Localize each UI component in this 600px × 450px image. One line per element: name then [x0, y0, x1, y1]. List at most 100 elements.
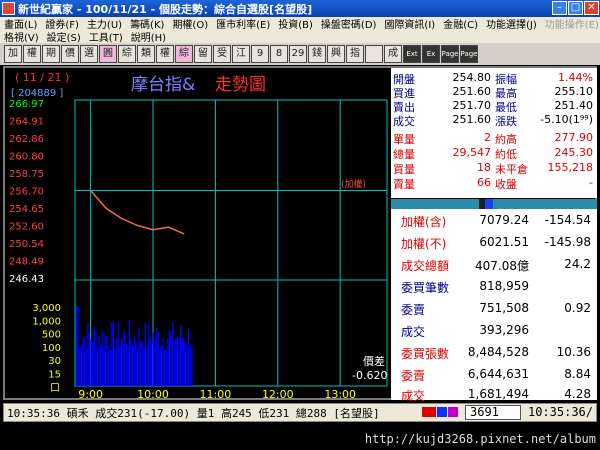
volume-bar	[95, 330, 97, 386]
volume-bar	[93, 326, 95, 386]
toolbar-button-category[interactable]: 類	[137, 45, 155, 63]
quote-value: 245.30	[554, 146, 594, 159]
toolbar-button-select[interactable]: 選	[80, 45, 98, 63]
toolbar-button-8[interactable]: 8	[270, 45, 288, 63]
menu-item-view[interactable]: 格視(V)	[0, 29, 43, 44]
volume-bar	[108, 346, 110, 386]
index-row: 成交 393,296	[391, 323, 597, 344]
toolbar-button-9[interactable]: 9	[251, 45, 269, 63]
toolbar-button-page-down[interactable]: Page	[460, 45, 478, 63]
toolbar-button-river[interactable]: 江	[232, 45, 250, 63]
status-ticker-text: 10:35:36 碩禾 成交231(-17.00) 量1 高245 低231 總…	[7, 406, 380, 420]
toolbar-button-taiex[interactable]: 加	[4, 45, 22, 63]
toolbar-button-trade[interactable]: 成	[384, 45, 402, 63]
toolbar-button-money[interactable]: 錢	[308, 45, 326, 63]
price-line	[90, 190, 185, 235]
quote-row: 買量 18	[393, 161, 493, 176]
volume-bar	[130, 337, 132, 386]
quote-row: 單量 2	[393, 131, 493, 146]
menu-item-help[interactable]: 說明(H)	[127, 29, 170, 44]
maximize-button[interactable]: □	[568, 1, 583, 15]
quote-value: 251.60	[452, 85, 492, 98]
toolbar-button-composite-2[interactable]: 綜	[175, 45, 193, 63]
menu-item-options[interactable]: 期權(O)	[168, 16, 212, 31]
volume-bar	[92, 342, 94, 386]
quote-row: 振幅 1.44%	[495, 71, 595, 86]
volume-bar	[127, 346, 129, 386]
toolbar-button-page-up[interactable]: Page	[441, 45, 459, 63]
toolbar: 加 權 期 價 選 圓 綜 類 權 綜 留 受 江 9 8 29 錢 興 指 成…	[0, 43, 600, 65]
quote-value: 251.40	[554, 99, 594, 112]
volume-bar	[140, 340, 142, 386]
status-color-bars	[422, 407, 458, 417]
toolbar-button-receive[interactable]: 受	[213, 45, 231, 63]
quote-label: 總量	[393, 148, 415, 161]
index-label: 委賣	[401, 369, 426, 383]
menu-item-settings[interactable]: 設定(S)	[43, 29, 85, 44]
volume-tick-label: 1,000	[32, 316, 61, 327]
volume-bar	[146, 344, 148, 386]
index-value: 6021.51	[479, 235, 529, 249]
menu-item-finance[interactable]: 金融(C)	[439, 16, 482, 31]
quote-row: 約低 245.30	[495, 146, 595, 161]
volume-bar	[167, 338, 169, 386]
toolbar-button-warrant[interactable]: 權	[156, 45, 174, 63]
index-label: 成交	[401, 325, 426, 339]
price-tick-label: 254.65	[9, 204, 44, 215]
stock-code-input[interactable]: 3691	[465, 405, 521, 420]
quote-value: 277.90	[554, 131, 594, 144]
quote-panel: 開盤 254.80 振幅 1.44% 買進 251.60 最高 255.10 賣…	[391, 68, 597, 198]
price-tick-label: 246.43	[9, 274, 44, 285]
volume-bar	[135, 341, 137, 386]
volume-bar	[103, 346, 105, 386]
toolbar-button-ext[interactable]: Ext	[403, 45, 421, 63]
price-tick-label: 258.75	[9, 169, 44, 180]
menu-item-function-select[interactable]: 功能選擇(J)	[482, 16, 541, 31]
toolbar-button-blank[interactable]	[365, 45, 383, 63]
toolbar-button-ex[interactable]: Ex	[422, 45, 440, 63]
menu-item-investment[interactable]: 投資(B)	[274, 16, 317, 31]
quote-value: 251.60	[452, 113, 492, 126]
toolbar-button-rise[interactable]: 興	[327, 45, 345, 63]
menu-item-tools[interactable]: 工具(T)	[85, 29, 127, 44]
menu-item-international[interactable]: 國際資訊(I)	[380, 16, 439, 31]
volume-bar	[183, 337, 185, 386]
toolbar-button-index[interactable]: 指	[346, 45, 364, 63]
toolbar-button-keep[interactable]: 留	[194, 45, 212, 63]
volume-bar	[160, 344, 163, 386]
volume-bar	[165, 350, 167, 386]
toolbar-button-futures[interactable]: 期	[42, 45, 60, 63]
status-bar-segment	[437, 407, 447, 417]
volume-bar	[168, 330, 171, 386]
menu-item-trading-code[interactable]: 操盤密碼(D)	[317, 16, 381, 31]
menu-item-function-operate: 功能操作(E)	[544, 20, 599, 31]
toolbar-button-composite[interactable]: 綜	[118, 45, 136, 63]
index-panel: 加權(含) 7079.24 -154.54 加權(不) 6021.51 -145…	[391, 209, 597, 403]
index-value: 751,508	[479, 301, 529, 315]
volume-bar	[162, 337, 164, 386]
quote-value: 2	[484, 131, 491, 144]
price-tick-label: 252.60	[9, 221, 44, 232]
price-tick-label: 250.54	[9, 239, 44, 250]
toolbar-button-price[interactable]: 價	[61, 45, 79, 63]
quote-row: 總量 29,547	[393, 146, 493, 161]
toolbar-button-weighted[interactable]: 權	[23, 45, 41, 63]
quote-row: 開盤 254.80	[393, 71, 493, 86]
volume-bar	[104, 334, 107, 386]
close-button[interactable]: ✕	[584, 1, 599, 15]
volume-bar	[100, 344, 102, 386]
volume-bar	[189, 347, 191, 386]
order-flow-strip	[391, 199, 597, 209]
toolbar-button-circle[interactable]: 圓	[99, 45, 117, 63]
menu-item-fx-rates[interactable]: 匯市利率(E)	[212, 16, 274, 31]
index-value: 6,644,631	[467, 367, 529, 381]
minimize-button[interactable]: –	[552, 1, 567, 15]
quote-value: 1.44%	[558, 71, 593, 84]
volume-bar	[85, 349, 87, 386]
volume-bar	[152, 332, 155, 386]
volume-bar	[106, 336, 108, 386]
volume-bar	[132, 344, 134, 386]
time-tick-label: 9:00	[78, 388, 103, 400]
toolbar-button-29[interactable]: 29	[289, 45, 307, 63]
volume-bar	[184, 343, 187, 386]
